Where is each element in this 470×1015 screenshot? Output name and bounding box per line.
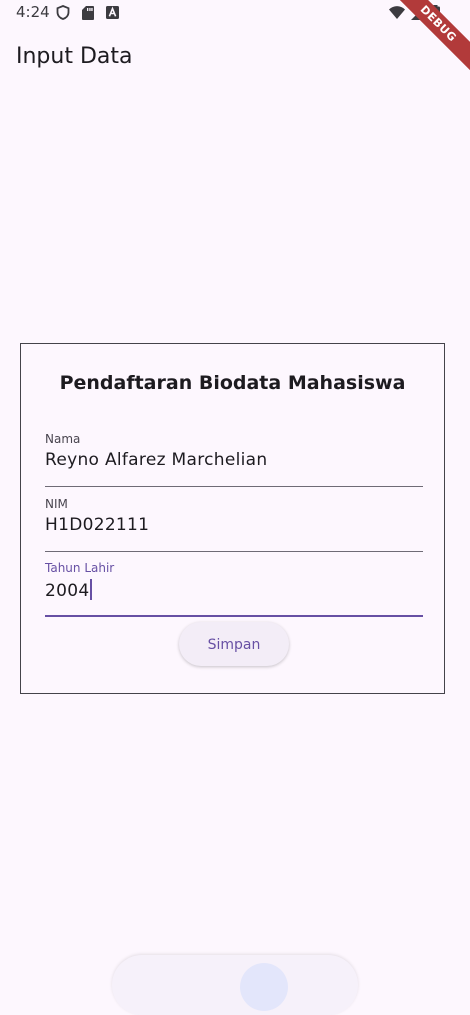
a-box-icon <box>106 6 119 19</box>
form-card: Pendaftaran Biodata Mahasiswa Nama Reyno… <box>20 343 445 694</box>
nama-label: Nama <box>45 432 81 446</box>
wifi-icon <box>389 6 405 19</box>
nim-value[interactable]: H1D022111 <box>45 515 423 535</box>
status-bar: 4:24 <box>0 0 470 28</box>
nama-value[interactable]: Reyno Alfarez Marchelian <box>45 450 423 470</box>
shield-icon <box>56 5 70 20</box>
tahun-lahir-underline <box>45 615 423 617</box>
nim-label: NIM <box>45 497 68 511</box>
tahun-lahir-input-row[interactable]: 2004 <box>45 579 423 601</box>
nim-field[interactable]: NIM H1D022111 <box>45 497 423 553</box>
nim-underline <box>45 551 423 552</box>
text-caret <box>90 579 93 600</box>
bottom-nav-indicator[interactable] <box>240 963 288 1011</box>
tahun-lahir-field[interactable]: Tahun Lahir 2004 <box>45 561 423 617</box>
sd-card-icon <box>82 5 94 20</box>
bottom-nav <box>112 955 358 1015</box>
tahun-lahir-value[interactable]: 2004 <box>45 581 89 601</box>
save-button[interactable]: Simpan <box>179 622 289 666</box>
page-title: Input Data <box>16 44 133 69</box>
form-title: Pendaftaran Biodata Mahasiswa <box>59 372 406 394</box>
nama-field[interactable]: Nama Reyno Alfarez Marchelian <box>45 432 423 488</box>
status-icons-left <box>56 5 119 20</box>
status-time: 4:24 <box>16 3 50 21</box>
tahun-lahir-label: Tahun Lahir <box>45 561 115 575</box>
nama-underline <box>45 486 423 487</box>
